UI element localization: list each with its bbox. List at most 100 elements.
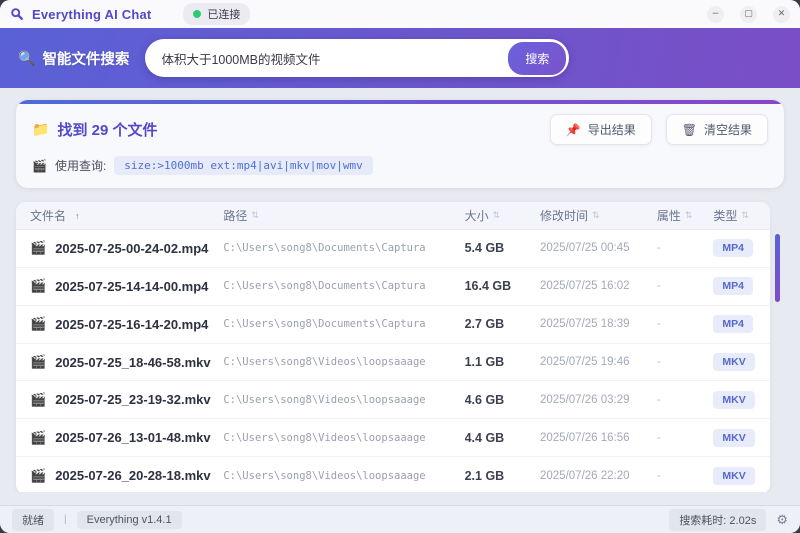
file-video-icon: 🎬: [30, 354, 47, 369]
search-input[interactable]: [161, 51, 509, 65]
table-region: 文件名 ↑ 路径 ⇅ 大小 ⇅ 修改时间 ⇅ 属性 ⇅ 类型 ⇅ 🎬 2025-07-25-00-24…: [16, 202, 784, 492]
sort-icon: ⇅: [592, 210, 600, 220]
search-section: 🔍 智能文件搜索 搜索: [0, 28, 800, 88]
clapperboard-icon: 🎬: [32, 158, 47, 173]
table-row[interactable]: 🎬 2025-07-25-16-14-20.mp4 C:\Users\song8…: [16, 305, 770, 344]
folder-icon: 📁: [32, 121, 50, 137]
file-type-badge: MKV: [713, 390, 755, 409]
clear-results-label: 清空结果: [703, 123, 752, 137]
file-name: 2025-07-25_23-19-32.mkv: [55, 392, 211, 408]
table-row[interactable]: 🎬 2025-07-25-00-24-02.mp4 C:\Users\song8…: [16, 230, 770, 268]
results-count: 📁 找到 29 个文件: [32, 119, 157, 140]
file-path: C:\Users\song8\Videos\loopsaaage: [223, 431, 426, 444]
file-type-badge: MKV: [713, 428, 755, 447]
table-row[interactable]: 🎬 2025-07-26_13-01-48.mkv C:\Users\song8…: [16, 419, 770, 458]
connected-dot-icon: [193, 10, 202, 18]
search-button[interactable]: 搜索: [508, 41, 567, 75]
app-title: Everything AI Chat: [32, 6, 152, 22]
app-window: Everything AI Chat 已连接 − ▢ ✕ 🔍 智能文件搜索 搜索…: [0, 0, 800, 533]
status-version-badge: Everything v1.4.1: [76, 510, 182, 529]
sort-icon: ⇅: [684, 210, 693, 220]
file-name: 2025-07-25_18-46-58.mkv: [55, 354, 211, 370]
file-path: C:\Users\song8\Videos\loopsaaage: [223, 356, 426, 368]
file-type-badge: MP4: [713, 315, 753, 334]
file-size: 5.4 GB: [464, 241, 505, 256]
minimize-button[interactable]: −: [707, 5, 724, 23]
maximize-button[interactable]: ▢: [740, 5, 757, 23]
results-table: 文件名 ↑ 路径 ⇅ 大小 ⇅ 修改时间 ⇅ 属性 ⇅ 类型 ⇅ 🎬 2025-07-25-00-24…: [16, 202, 770, 492]
table-row[interactable]: 🎬 2025-07-26_20-28-18.mkv C:\Users\song8…: [16, 457, 770, 492]
export-results-label: 导出结果: [587, 123, 636, 137]
export-results-button[interactable]: 📌 导出结果: [549, 114, 652, 145]
file-modified-time: 2025/07/26 22:20: [540, 469, 630, 482]
column-header-4[interactable]: 属性 ⇅: [657, 207, 714, 224]
column-header-1[interactable]: 路径 ⇅: [223, 207, 464, 224]
file-attributes: -: [656, 280, 661, 293]
column-header-0[interactable]: 文件名 ↑: [16, 207, 223, 224]
column-label: 大小: [464, 209, 489, 223]
file-attributes: -: [656, 242, 661, 255]
file-video-icon: 🎬: [30, 240, 47, 256]
file-attributes: -: [656, 356, 661, 368]
file-name: 2025-07-26_13-01-48.mkv: [55, 430, 211, 446]
status-search-time-badge: 搜索耗时: 2.02s: [669, 508, 767, 531]
column-label: 修改时间: [540, 209, 589, 223]
results-count-text: 找到 29 个文件: [57, 122, 158, 139]
clear-results-button[interactable]: 🗑 清空结果: [665, 114, 768, 145]
file-modified-time: 2025/07/25 16:02: [540, 280, 630, 293]
file-attributes: -: [656, 431, 661, 444]
table-row[interactable]: 🎬 2025-07-25-14-14-00.mp4 C:\Users\song8…: [16, 267, 770, 306]
file-size: 4.4 GB: [464, 430, 505, 445]
file-video-icon: 🎬: [30, 429, 47, 445]
column-header-2[interactable]: 大小 ⇅: [465, 207, 540, 224]
results-header: 📁 找到 29 个文件 📌 导出结果 🗑 清空结果: [32, 114, 768, 145]
file-name: 2025-07-25-16-14-20.mp4: [55, 316, 209, 332]
column-label: 属性: [656, 209, 681, 223]
file-video-icon: 🎬: [30, 467, 47, 483]
sort-icon: ⇅: [741, 210, 749, 220]
file-type-badge: MP4: [713, 239, 753, 258]
table-row[interactable]: 🎬 2025-07-25_18-46-58.mkv C:\Users\song8…: [16, 343, 770, 382]
search-box: 搜索: [145, 39, 570, 77]
column-label: 路径: [223, 209, 248, 223]
query-code-chip: size:>1000mb ext:mp4|avi|mkv|mov|wmv: [114, 156, 373, 175]
file-modified-time: 2025/07/26 03:29: [540, 393, 630, 406]
file-modified-time: 2025/07/26 16:56: [540, 431, 630, 444]
query-used-row: 🎬 使用查询: size:>1000mb ext:mp4|avi|mkv|mov…: [32, 156, 768, 175]
sort-icon: ⇅: [251, 210, 259, 220]
file-video-icon: 🎬: [30, 391, 47, 407]
file-type-badge: MP4: [713, 277, 753, 296]
app-logo-icon: [10, 7, 24, 21]
file-path: C:\Users\song8\Documents\Captura: [223, 242, 426, 255]
column-header-5[interactable]: 类型 ⇅: [713, 207, 770, 224]
results-summary-card: 📁 找到 29 个文件 📌 导出结果 🗑 清空结果 🎬 使用查询: size:>…: [16, 100, 784, 188]
file-name: 2025-07-25-00-24-02.mp4: [55, 240, 209, 256]
search-section-label: 智能文件搜索: [42, 51, 130, 68]
settings-gear-icon[interactable]: ⚙: [776, 512, 788, 528]
file-type-badge: MKV: [713, 353, 755, 371]
status-bar: 就绪 | Everything v1.4.1 搜索耗时: 2.02s ⚙: [0, 505, 800, 533]
main-content: 📁 找到 29 个文件 📌 导出结果 🗑 清空结果 🎬 使用查询: size:>…: [0, 88, 800, 492]
file-modified-time: 2025/07/25 18:39: [540, 318, 630, 331]
sort-icon: ↑: [75, 210, 80, 221]
sort-icon: ⇅: [492, 210, 501, 220]
file-path: C:\Users\song8\Documents\Captura: [223, 318, 426, 331]
titlebar: Everything AI Chat 已连接 − ▢ ✕: [0, 0, 800, 28]
file-attributes: -: [656, 393, 661, 406]
file-name: 2025-07-26_20-28-18.mkv: [55, 468, 211, 484]
close-button[interactable]: ✕: [773, 5, 790, 23]
file-size: 2.1 GB: [464, 468, 505, 483]
file-name: 2025-07-25-14-14-00.mp4: [55, 278, 209, 294]
file-size: 2.7 GB: [464, 317, 505, 332]
file-size: 1.1 GB: [464, 355, 505, 369]
scrollbar-thumb[interactable]: [775, 234, 780, 302]
column-header-3[interactable]: 修改时间 ⇅: [540, 207, 657, 224]
results-actions: 📌 导出结果 🗑 清空结果: [549, 114, 768, 145]
file-attributes: -: [656, 469, 661, 482]
file-size: 16.4 GB: [464, 279, 512, 294]
pushpin-icon: 📌: [565, 122, 581, 137]
table-row[interactable]: 🎬 2025-07-25_23-19-32.mkv C:\Users\song8…: [16, 381, 770, 420]
status-ready-badge: 就绪: [12, 508, 54, 531]
file-video-icon: 🎬: [30, 316, 47, 332]
file-attributes: -: [656, 318, 661, 331]
